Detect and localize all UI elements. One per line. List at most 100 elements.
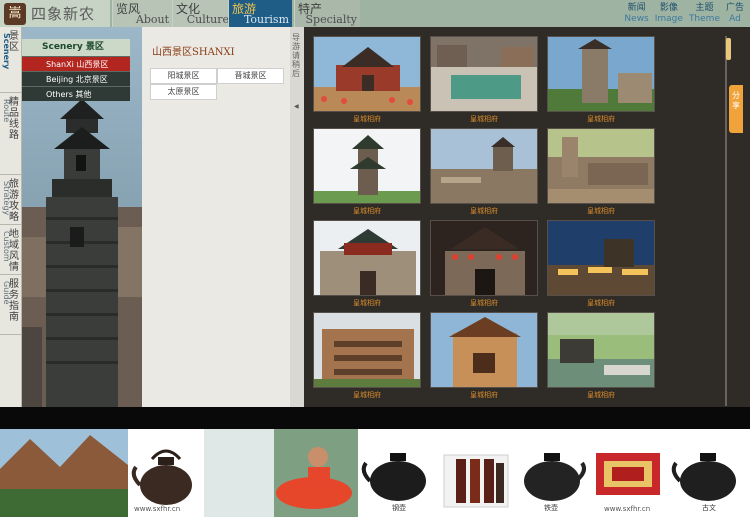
gallery-caption[interactable]: 皇城相府 xyxy=(547,114,655,124)
tab-scenery-zh: 景区 xyxy=(9,31,19,53)
gallery-photo[interactable] xyxy=(313,128,421,204)
banner-watermark: www.sxfhr.cn xyxy=(604,505,651,513)
share-tab[interactable]: 分享 xyxy=(729,85,743,133)
tab-strategy-zh: 旅游攻略 xyxy=(9,179,19,223)
gallery-photo[interactable] xyxy=(430,220,538,296)
scenery-menu-title: Scenery 景区 xyxy=(22,39,130,56)
nav-about[interactable]: 览风 About xyxy=(112,0,172,27)
region-link-yangcheng[interactable]: 阳城景区 xyxy=(150,68,217,84)
page: 嵩 四象新农 览风 About 文化 Culture 旅游 Tourism 特产… xyxy=(0,0,750,517)
tab-scenery[interactable]: Scenery 景区 xyxy=(0,27,22,93)
gallery-item[interactable]: 皇城相府 xyxy=(430,36,538,124)
quick-link-theme[interactable]: 主题 Theme xyxy=(689,3,720,25)
nav-culture-en: Culture xyxy=(186,13,229,26)
gallery-photo[interactable] xyxy=(313,312,421,388)
banner-mountain-photo[interactable] xyxy=(0,429,128,517)
quick-link-ad[interactable]: 广告 Ad xyxy=(726,3,744,25)
quick-link-image-en: Image xyxy=(654,14,683,24)
tab-guide[interactable]: Guide 服务指南 xyxy=(0,275,22,335)
gallery-caption[interactable]: 皇城相府 xyxy=(430,298,538,308)
gallery-item[interactable]: 皇城相府 xyxy=(547,220,655,308)
quick-link-theme-zh: 主题 xyxy=(695,3,714,13)
gallery-caption[interactable]: 皇城相府 xyxy=(313,390,421,400)
region-title: 山西景区SHANXI xyxy=(152,47,235,58)
gallery-caption[interactable]: 皇城相府 xyxy=(547,390,655,400)
collapse-arrow-icon[interactable]: ◀ xyxy=(294,103,299,110)
banner-watermark: www.sxfhr.cn xyxy=(134,505,181,513)
banner-teapot-2[interactable]: 钢壶 xyxy=(358,429,438,517)
tab-route-zh: 精品线路 xyxy=(9,97,19,141)
region-link-taiyuan[interactable]: 太原景区 xyxy=(150,84,217,100)
gallery-caption[interactable]: 皇城相府 xyxy=(430,206,538,216)
scenery-menu-item-others[interactable]: Others 其他 xyxy=(22,86,130,101)
gallery-photo[interactable] xyxy=(547,128,655,204)
logo-title: 四象新农 xyxy=(31,5,96,23)
banner-vinegar-bottles[interactable] xyxy=(438,429,514,517)
nav-about-en: About xyxy=(135,13,169,26)
gallery-caption[interactable]: 皇城相府 xyxy=(430,114,538,124)
quick-link-ad-zh: 广告 xyxy=(725,3,744,13)
gallery-caption[interactable]: 皇城相府 xyxy=(313,114,421,124)
region-link-jincheng[interactable]: 晋城景区 xyxy=(217,68,284,84)
gallery-item[interactable]: 皇城相府 xyxy=(313,36,421,124)
quick-link-ad-en: Ad xyxy=(729,14,741,24)
tab-custom-zh: 地域风情 xyxy=(9,229,19,273)
gallery-item[interactable]: 皇城相府 xyxy=(430,220,538,308)
banner-caption: 铁壶 xyxy=(544,504,558,512)
gallery-photo[interactable] xyxy=(547,312,655,388)
gallery-item[interactable]: 皇城相府 xyxy=(430,312,538,400)
gallery-caption[interactable]: 皇城相府 xyxy=(313,206,421,216)
gallery-item[interactable]: 皇城相府 xyxy=(430,128,538,216)
quick-link-theme-en: Theme xyxy=(688,14,720,24)
gallery-photo[interactable] xyxy=(430,312,538,388)
quick-link-image[interactable]: 影像 Image xyxy=(655,3,683,25)
quick-link-news[interactable]: 新闻 News xyxy=(624,3,648,25)
scenery-menu-item-shanxi[interactable]: ShanXi 山西景区 xyxy=(22,56,130,71)
product-banner[interactable]: www.sxfhr.cn 钢壶 铁壶 www.sxfhr.cn 古文 xyxy=(0,429,750,517)
logo-seal-icon: 嵩 xyxy=(4,2,26,25)
gallery-item[interactable]: 皇城相府 xyxy=(313,220,421,308)
gallery-item[interactable]: 皇城相府 xyxy=(313,312,421,400)
gallery-photo[interactable] xyxy=(430,36,538,112)
photo-gallery: 皇城相府 皇城相府 皇城相府 皇城相府 皇城相府 皇城相府 皇城相府 皇城相府 … xyxy=(304,27,750,407)
gallery-caption[interactable]: 皇城相府 xyxy=(547,298,655,308)
section-tabs: Scenery 景区 Route 精品线路 Strategy 旅游攻略 Cust… xyxy=(0,27,22,407)
top-navigation: 嵩 四象新农 览风 About 文化 Culture 旅游 Tourism 特产… xyxy=(0,0,750,27)
quick-link-image-zh: 影像 xyxy=(659,3,678,13)
gallery-photo[interactable] xyxy=(547,36,655,112)
banner-rafting-photo[interactable] xyxy=(204,429,358,517)
gallery-photo[interactable] xyxy=(313,220,421,296)
gallery-caption[interactable]: 皇城相府 xyxy=(547,206,655,216)
gallery-photo[interactable] xyxy=(313,36,421,112)
nav-specialty[interactable]: 特产 Specialty xyxy=(294,0,360,27)
site-logo[interactable]: 嵩 四象新农 xyxy=(0,0,110,27)
banner-caption: 古文 xyxy=(702,504,716,512)
gallery-scrollbar[interactable] xyxy=(725,36,727,406)
nav-specialty-en: Specialty xyxy=(305,13,357,26)
gallery-photo[interactable] xyxy=(430,128,538,204)
gallery-item[interactable]: 皇城相府 xyxy=(313,128,421,216)
tab-guide-zh: 服务指南 xyxy=(9,279,19,323)
gallery-scrollbar-thumb[interactable] xyxy=(726,38,731,60)
gallery-item[interactable]: 皇城相府 xyxy=(547,36,655,124)
tab-strategy[interactable]: Strategy 旅游攻略 xyxy=(0,175,22,225)
tab-custom[interactable]: Custom 地域风情 xyxy=(0,225,22,275)
gallery-caption[interactable]: 皇城相府 xyxy=(430,390,538,400)
nav-culture[interactable]: 文化 Culture xyxy=(172,0,232,27)
tab-route[interactable]: Route 精品线路 xyxy=(0,93,22,175)
region-panel: 山西景区SHANXI 阳城景区 晋城景区 太原景区 xyxy=(142,27,290,407)
gallery-photo[interactable] xyxy=(547,220,655,296)
banner-teapot-3[interactable]: 铁壶 xyxy=(514,429,590,517)
gallery-item[interactable]: 皇城相府 xyxy=(547,128,655,216)
nav-tourism[interactable]: 旅游 Tourism xyxy=(228,0,292,27)
banner-teapot-4[interactable]: 古文 xyxy=(666,429,750,517)
banner-teapot-1[interactable]: www.sxfhr.cn xyxy=(128,429,204,517)
gallery-item[interactable]: 皇城相府 xyxy=(547,312,655,400)
guide-column-text: 导游请稍后 xyxy=(292,33,300,78)
divider-bar xyxy=(0,407,750,429)
banner-gift-box[interactable]: www.sxfhr.cn xyxy=(590,429,666,517)
gallery-caption[interactable]: 皇城相府 xyxy=(313,298,421,308)
scenery-menu: Scenery 景区 ShanXi 山西景区 Beijing 北京景区 Othe… xyxy=(22,39,130,101)
scenery-menu-item-beijing[interactable]: Beijing 北京景区 xyxy=(22,71,130,86)
banner-caption: 钢壶 xyxy=(392,504,406,512)
